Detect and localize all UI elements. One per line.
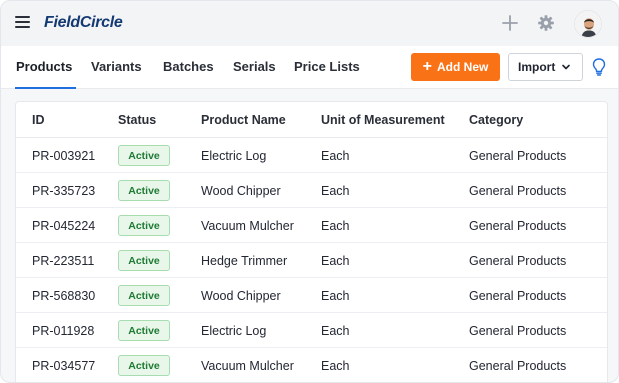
table-row[interactable]: PR-034577 Active Vacuum Mulcher Each Gen…	[16, 348, 607, 382]
cell-category: General Products	[469, 324, 567, 338]
cell-product-name: Vacuum Mulcher	[201, 359, 294, 373]
products-table: ID Status Product Name Unit of Measureme…	[15, 101, 608, 382]
cell-id: PR-003921	[32, 149, 96, 163]
avatar-image	[575, 11, 601, 37]
cell-product-name: Vacuum Mulcher	[201, 219, 294, 233]
cell-product-name: Hedge Trimmer	[201, 254, 288, 268]
app-logo[interactable]: FieldCircle	[44, 14, 123, 32]
tab-bar: Products Variants Batches Serials Price …	[1, 46, 618, 89]
tab-products[interactable]: Products	[16, 59, 72, 74]
cell-unit: Each	[321, 149, 350, 163]
column-header-id[interactable]: ID	[32, 113, 45, 127]
table-row[interactable]: PR-335723 Active Wood Chipper Each Gener…	[16, 173, 607, 208]
cell-id: PR-568830	[32, 289, 96, 303]
tab-batches[interactable]: Batches	[163, 59, 214, 74]
table-row[interactable]: PR-223511 Active Hedge Trimmer Each Gene…	[16, 243, 607, 278]
import-label: Import	[518, 60, 556, 74]
user-avatar[interactable]	[574, 10, 602, 38]
column-header-product-name[interactable]: Product Name	[201, 113, 286, 127]
table-row[interactable]: PR-045224 Active Vacuum Mulcher Each Gen…	[16, 208, 607, 243]
cell-product-name: Electric Log	[201, 149, 267, 163]
add-new-button[interactable]: + Add New	[411, 53, 500, 81]
cell-product-name: Wood Chipper	[201, 184, 281, 198]
status-badge: Active	[118, 355, 170, 376]
column-header-status[interactable]: Status	[118, 113, 156, 127]
hamburger-menu-icon[interactable]	[15, 16, 30, 28]
cell-category: General Products	[469, 254, 567, 268]
import-dropdown-button[interactable]: Import	[508, 53, 583, 81]
app-window: FieldCircle Products Variants Batches Se…	[0, 0, 619, 383]
cell-product-name: Electric Log	[201, 324, 267, 338]
status-badge: Active	[118, 250, 170, 271]
tab-serials[interactable]: Serials	[233, 59, 276, 74]
status-badge: Active	[118, 285, 170, 306]
tab-variants[interactable]: Variants	[91, 59, 142, 74]
cell-unit: Each	[321, 359, 350, 373]
plus-icon: +	[422, 58, 432, 75]
table-header: ID Status Product Name Unit of Measureme…	[16, 102, 607, 138]
table-row[interactable]: PR-011928 Active Electric Log Each Gener…	[16, 313, 607, 348]
status-badge: Active	[118, 215, 170, 236]
column-header-unit-of-measurement[interactable]: Unit of Measurement	[321, 113, 445, 127]
cell-category: General Products	[469, 184, 567, 198]
active-tab-indicator	[15, 87, 76, 89]
gear-icon[interactable]	[536, 13, 556, 33]
cell-unit: Each	[321, 254, 350, 268]
cell-category: General Products	[469, 289, 567, 303]
cell-unit: Each	[321, 289, 350, 303]
cell-unit: Each	[321, 324, 350, 338]
cell-id: PR-011928	[32, 324, 95, 338]
status-badge: Active	[118, 145, 170, 166]
plus-icon[interactable]	[500, 13, 520, 33]
cell-category: General Products	[469, 149, 567, 163]
add-new-label: Add New	[437, 60, 489, 74]
chevron-down-icon	[562, 64, 571, 70]
cell-unit: Each	[321, 184, 350, 198]
cell-id: PR-223511	[32, 254, 95, 268]
lightbulb-icon[interactable]	[590, 57, 608, 77]
cell-id: PR-045224	[32, 219, 96, 233]
top-bar: FieldCircle	[1, 1, 618, 46]
column-header-category[interactable]: Category	[469, 113, 523, 127]
status-badge: Active	[118, 320, 170, 341]
cell-unit: Each	[321, 219, 350, 233]
cell-product-name: Wood Chipper	[201, 289, 281, 303]
table-row[interactable]: PR-568830 Active Wood Chipper Each Gener…	[16, 278, 607, 313]
cell-id: PR-335723	[32, 184, 96, 198]
cell-category: General Products	[469, 219, 567, 233]
cell-category: General Products	[469, 359, 567, 373]
tab-price-lists[interactable]: Price Lists	[294, 59, 360, 74]
cell-id: PR-034577	[32, 359, 96, 373]
status-badge: Active	[118, 180, 170, 201]
table-row[interactable]: PR-003921 Active Electric Log Each Gener…	[16, 138, 607, 173]
